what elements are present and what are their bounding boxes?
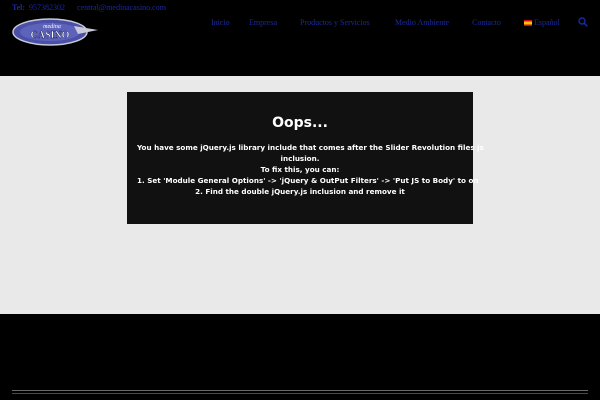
nav-item-empresa[interactable]: Empresa: [249, 18, 277, 27]
nav-item-medio-ambiente[interactable]: Medio Ambiente: [395, 18, 449, 27]
language-label: Español: [534, 18, 560, 27]
error-message: You have some jQuery.js library include …: [127, 142, 484, 197]
error-line: You have some jQuery.js library include …: [137, 143, 484, 152]
footer-divider: [12, 393, 588, 394]
site-logo[interactable]: medina CASINO: [12, 14, 100, 48]
nav-item-productos[interactable]: Productos y Servicios: [300, 18, 370, 27]
error-title: Oops...: [272, 115, 328, 131]
slider-area: Oops... You have some jQuery.js library …: [0, 76, 600, 314]
search-icon[interactable]: [578, 17, 588, 27]
spain-flag-icon: [524, 20, 532, 26]
nav-item-inicio[interactable]: Inicio: [211, 18, 230, 27]
site-footer: [0, 314, 600, 400]
language-selector[interactable]: Español: [524, 18, 560, 27]
phone-label: Tel:: [12, 3, 26, 12]
slider-error-box: Oops... You have some jQuery.js library …: [127, 92, 484, 224]
error-line: 1. Set 'Module General Options' -> 'jQue…: [137, 176, 479, 185]
contact-bar: Tel: 957382302 central@medinacasino.com: [12, 3, 166, 12]
email-link[interactable]: central@medinacasino.com: [77, 3, 166, 12]
phone-number[interactable]: 957382302: [29, 3, 65, 12]
nav-item-contacto[interactable]: Contacto: [472, 18, 501, 27]
site-header: Tel: 957382302 central@medinacasino.com …: [0, 0, 600, 62]
footer-divider: [12, 390, 588, 391]
logo-text-casino: CASINO: [31, 30, 70, 41]
error-line: To fix this, you can:: [260, 165, 340, 174]
error-line: 2. Find the double jQuery.js inclusion a…: [195, 187, 405, 196]
page: Tel: 957382302 central@medinacasino.com …: [0, 0, 600, 400]
error-line: inclusion.: [280, 154, 320, 163]
